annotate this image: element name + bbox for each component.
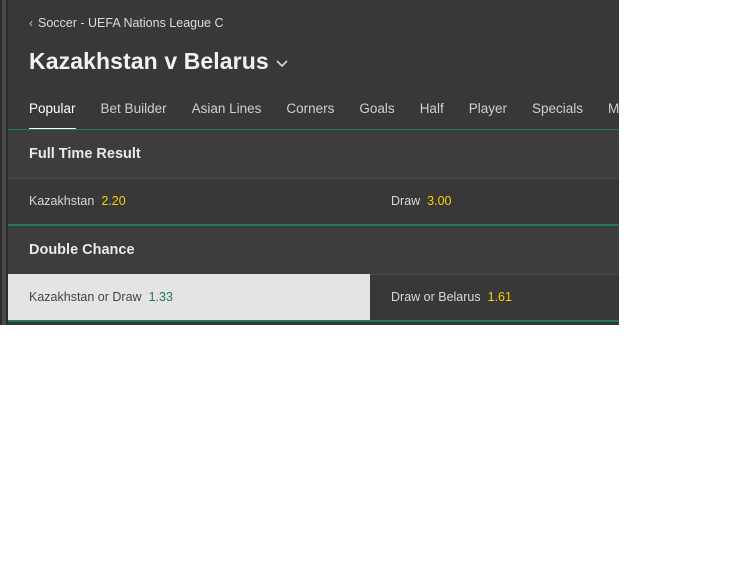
selection-name: Kazakhstan or Draw: [29, 290, 142, 304]
left-scroll-strip: [0, 0, 8, 325]
event-title: Kazakhstan v Belarus: [29, 47, 269, 74]
tab-half[interactable]: Half: [420, 91, 444, 129]
selection-odds: 1.33: [148, 290, 173, 304]
breadcrumb-label: Soccer - UEFA Nations League C: [38, 16, 224, 30]
tab-corners[interactable]: Corners: [286, 91, 334, 129]
selection-name: Draw: [391, 194, 421, 208]
breadcrumb[interactable]: ‹ Soccer - UEFA Nations League C: [29, 15, 224, 31]
selection-kazakhstan-or-draw[interactable]: Kazakhstan or Draw 1.33: [8, 274, 370, 320]
chevron-left-icon: ‹: [29, 16, 33, 30]
market-divider: [8, 320, 619, 322]
tab-asian-lines[interactable]: Asian Lines: [192, 91, 262, 129]
sportsbook-panel: ‹ Soccer - UEFA Nations League C Kazakhs…: [0, 0, 619, 325]
market-selections-row: Kazakhstan or Draw 1.33 Draw or Belarus …: [8, 274, 619, 320]
selection-draw[interactable]: Draw 3.00: [370, 178, 619, 224]
selection-draw-or-belarus[interactable]: Draw or Belarus 1.61: [370, 274, 619, 320]
tab-bet-builder[interactable]: Bet Builder: [101, 91, 167, 129]
market-header-double-chance[interactable]: Double Chance: [8, 226, 619, 274]
tab-player[interactable]: Player: [469, 91, 507, 129]
left-strip-bar: [2, 0, 6, 325]
event-title-row[interactable]: Kazakhstan v Belarus: [29, 44, 289, 78]
tab-goals[interactable]: Goals: [359, 91, 394, 129]
market-tabs: Popular Bet Builder Asian Lines Corners …: [29, 91, 619, 130]
selection-odds: 3.00: [427, 194, 452, 208]
tab-specials[interactable]: Specials: [532, 91, 583, 129]
market-selections-row: Kazakhstan 2.20 Draw 3.00: [8, 178, 619, 224]
market-title: Full Time Result: [29, 146, 141, 162]
market-title: Double Chance: [29, 242, 135, 258]
selection-odds: 2.20: [101, 194, 126, 208]
selection-kazakhstan[interactable]: Kazakhstan 2.20: [8, 178, 370, 224]
selection-odds: 1.61: [487, 290, 512, 304]
tab-popular[interactable]: Popular: [29, 91, 76, 130]
market-header-full-time-result[interactable]: Full Time Result: [8, 130, 619, 178]
selection-name: Draw or Belarus: [391, 290, 481, 304]
selection-name: Kazakhstan: [29, 194, 95, 208]
tab-minutes[interactable]: Minutes: [608, 91, 619, 129]
chevron-down-icon: [276, 59, 288, 67]
